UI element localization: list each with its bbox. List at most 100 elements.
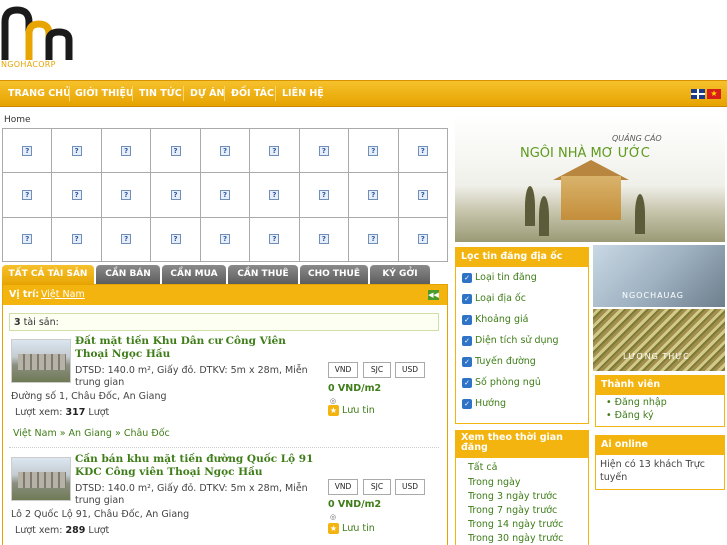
listing-title[interactable]: Đất mặt tiền Khu Dân cư Công Viên Thoại …	[75, 335, 315, 361]
nav-item-projects[interactable]: DỰ ÁN	[190, 88, 224, 99]
time-filter-7-days[interactable]: Trong 7 ngày trước	[468, 505, 557, 516]
login-label: Đăng nhập	[614, 397, 667, 408]
grid-cell[interactable]: ?	[3, 129, 53, 174]
grid-cell[interactable]: ?	[52, 129, 102, 174]
ad-luong-thuc[interactable]	[593, 309, 725, 371]
grid-cell[interactable]: ?	[299, 217, 350, 262]
grid-cell[interactable]: ?	[299, 173, 350, 218]
tab-to-rent[interactable]: CẦN THUÊ	[228, 265, 298, 285]
grid-cell[interactable]: ?	[349, 173, 399, 218]
grid-cell[interactable]: ?	[299, 129, 350, 174]
grid-cell[interactable]: ?	[3, 173, 53, 218]
views-count: 289	[65, 525, 86, 536]
grid-cell[interactable]: ?	[52, 173, 102, 218]
listing-thumbnail[interactable]	[11, 339, 71, 383]
broken-image-icon: ?	[121, 189, 132, 200]
tree-icon	[539, 196, 549, 236]
grid-cell[interactable]: ?	[151, 173, 201, 218]
grid-cell[interactable]: ?	[200, 173, 251, 218]
time-filter-3-days[interactable]: Trong 3 ngày trước	[468, 491, 557, 502]
nav-item-home[interactable]: TRANG CHỦ	[8, 88, 71, 99]
listing-title[interactable]: Cần bán khu mặt tiền đường Quốc Lộ 91 KD…	[75, 453, 315, 479]
currency-sjc-button[interactable]: SJC	[363, 362, 391, 378]
tab-to-buy[interactable]: CẦN MUA	[162, 265, 226, 285]
nav-item-contact[interactable]: LIÊN HỆ	[282, 88, 324, 99]
grid-cell[interactable]: ?	[250, 217, 300, 262]
grid-cell[interactable]: ?	[52, 217, 102, 262]
save-listing-link[interactable]: ★ Lưu tin	[328, 523, 375, 534]
english-flag-icon[interactable]	[691, 89, 705, 99]
broken-image-icon: ?	[318, 234, 329, 245]
nav-item-about[interactable]: GIỚI THIỆU	[75, 88, 134, 99]
list-item: Đất mặt tiền Khu Dân cư Công Viên Thoại …	[9, 335, 439, 443]
save-listing-link[interactable]: ★ Lưu tin	[328, 405, 375, 416]
grid-cell[interactable]: ?	[101, 129, 152, 174]
currency-usd-button[interactable]: USD	[395, 479, 425, 495]
nav-separator	[132, 86, 133, 101]
grid-cell[interactable]: ?	[398, 129, 448, 174]
tab-for-rent[interactable]: CHO THUÊ	[300, 265, 368, 285]
grid-cell[interactable]: ?	[349, 129, 399, 174]
listing-address: Lô 2 Quốc Lộ 91, Châu Đốc, An Giang	[11, 509, 190, 520]
currency-vnd-button[interactable]: VND	[328, 362, 358, 378]
grid-cell[interactable]: ?	[151, 217, 201, 262]
filter-label: Diện tích sử dụng	[475, 335, 559, 346]
broken-image-icon: ?	[269, 189, 280, 200]
grid-cell[interactable]: ?	[349, 217, 399, 262]
time-filter-14-days[interactable]: Trong 14 ngày trước	[468, 519, 563, 530]
grid-cell[interactable]: ?	[250, 129, 300, 174]
listing-description: DTSD: 140.0 m², Giấy đỏ. DTKV: 5m x 28m,…	[75, 365, 308, 388]
grid-cell[interactable]: ?	[101, 173, 152, 218]
listing-thumbnail[interactable]	[11, 457, 71, 501]
currency-sjc-button[interactable]: SJC	[363, 479, 391, 495]
broken-image-icon: ?	[368, 189, 379, 200]
time-filter-title: Xem theo thời gian đăng	[455, 430, 589, 458]
grid-cell[interactable]: ?	[151, 129, 201, 174]
checkbox-icon: ✓	[462, 377, 472, 388]
filter-property-type[interactable]: ✓ Loại địa ốc	[462, 293, 526, 304]
vietnam-flag-icon[interactable]: ★	[707, 89, 721, 99]
time-filter-30-days[interactable]: Trong 30 ngày trước	[468, 533, 563, 544]
breadcrumb[interactable]: Home	[4, 115, 31, 125]
listing-breadcrumb[interactable]: Việt Nam » An Giang » Châu Đốc	[13, 428, 170, 439]
tab-for-sale[interactable]: CẦN BÁN	[96, 265, 160, 285]
collapse-icon[interactable]: ◀◀	[428, 290, 439, 300]
filter-direction[interactable]: ✓ Hướng	[462, 398, 506, 409]
nav-separator	[224, 86, 225, 101]
category-image-grid: ???????????????????????????	[2, 128, 448, 262]
grid-cell[interactable]: ?	[200, 129, 251, 174]
nav-item-partners[interactable]: ĐỐI TÁC	[231, 88, 274, 99]
filter-area[interactable]: ✓ Diện tích sử dụng	[462, 335, 559, 346]
grid-cell[interactable]: ?	[200, 217, 251, 262]
nav-separator	[183, 86, 184, 101]
filter-bedrooms[interactable]: ✓ Số phòng ngủ	[462, 377, 541, 388]
grid-cell[interactable]: ?	[3, 217, 53, 262]
filter-street[interactable]: ✓ Tuyến đường	[462, 356, 536, 367]
tree-icon	[635, 194, 645, 234]
nav-item-news[interactable]: TIN TỨC	[139, 88, 182, 99]
grid-cell[interactable]: ?	[101, 217, 152, 262]
star-icon: ★	[328, 523, 339, 534]
save-label: Lưu tin	[342, 405, 375, 416]
grid-cell[interactable]: ?	[398, 173, 448, 218]
time-filter-today[interactable]: Trong ngày	[468, 477, 520, 488]
time-filter-all[interactable]: Tất cả	[468, 462, 497, 473]
filter-label: Khoảng giá	[475, 314, 529, 325]
tab-all-assets[interactable]: TẤT CẢ TÀI SẢN	[2, 265, 94, 286]
grid-cell[interactable]: ?	[250, 173, 300, 218]
currency-vnd-button[interactable]: VND	[328, 479, 358, 495]
location-link[interactable]: Việt Nam	[41, 289, 85, 300]
register-link[interactable]: • Đăng ký	[606, 410, 654, 421]
online-title: Ai online	[595, 435, 725, 455]
login-link[interactable]: • Đăng nhập	[606, 397, 667, 408]
tab-consign[interactable]: KÝ GỞI	[370, 265, 430, 285]
currency-usd-button[interactable]: USD	[395, 362, 425, 378]
ad-banner[interactable]	[455, 116, 725, 242]
listing-views: Lượt xem: 289 Lượt	[15, 525, 109, 536]
broken-image-icon: ?	[121, 145, 132, 156]
listing-views: Lượt xem: 317 Lượt	[15, 407, 109, 418]
filter-price-range[interactable]: ✓ Khoảng giá	[462, 314, 528, 325]
filter-post-type[interactable]: ✓ Loại tin đăng	[462, 272, 537, 283]
grid-cell[interactable]: ?	[398, 217, 448, 262]
filter-label: Số phòng ngủ	[475, 377, 541, 388]
